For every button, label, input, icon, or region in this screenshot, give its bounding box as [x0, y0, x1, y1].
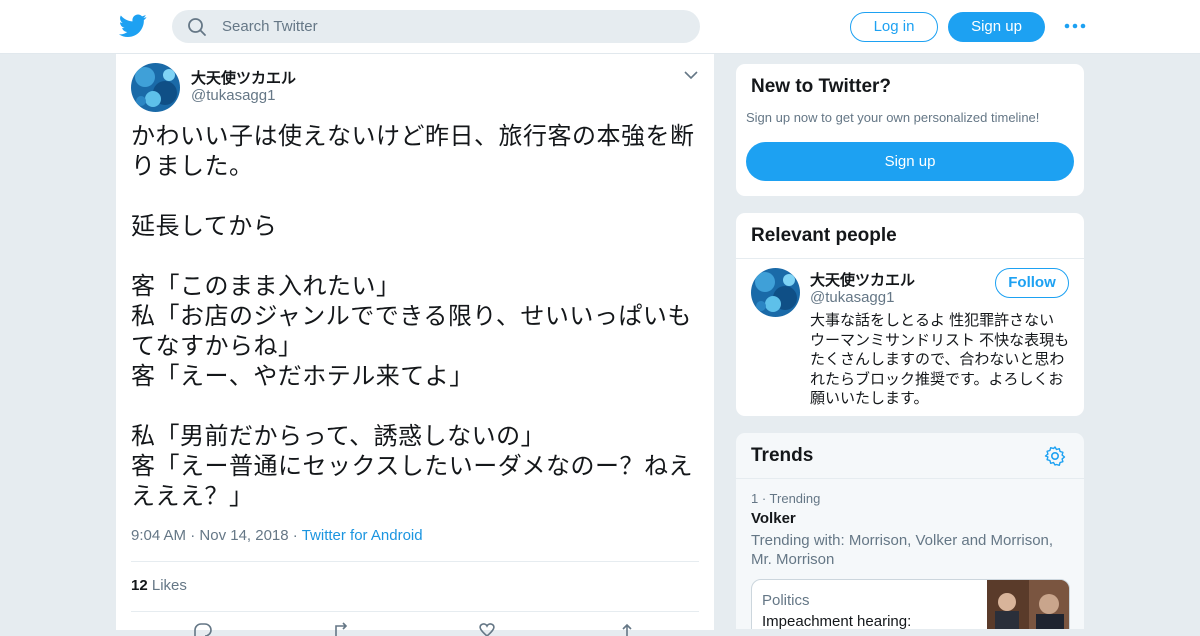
gear-icon[interactable] — [1044, 445, 1066, 467]
search-input[interactable] — [222, 10, 682, 43]
share-icon[interactable] — [616, 622, 638, 636]
chevron-down-icon[interactable] — [684, 70, 698, 80]
separator-dot: · — [190, 527, 200, 544]
new-to-twitter-card: New to Twitter? Sign up now to get your … — [735, 63, 1085, 197]
avatar-image — [131, 63, 180, 112]
heart-icon[interactable] — [476, 622, 498, 636]
avatar[interactable] — [131, 63, 180, 112]
person-name[interactable]: 大天使ツカエル — [810, 269, 915, 290]
avatar[interactable] — [751, 268, 800, 317]
tweet-source-link[interactable]: Twitter for Android — [302, 527, 423, 544]
more-options-icon[interactable] — [1064, 18, 1086, 34]
news-thumbnail — [987, 580, 1069, 629]
news-headline: Impeachment hearing: — [762, 613, 912, 630]
card-title: Relevant people — [751, 225, 897, 246]
tweet-date[interactable]: Nov 14, 2018 — [199, 527, 288, 544]
card-subtitle: Sign up now to get your own personalized… — [746, 110, 1040, 125]
person-handle[interactable]: @tukasagg1 — [810, 289, 894, 306]
login-button[interactable]: Log in — [850, 12, 938, 42]
divider — [131, 611, 699, 612]
likes-stat[interactable]: 12 Likes — [131, 577, 187, 594]
follow-button[interactable]: Follow — [995, 268, 1069, 298]
retweet-icon[interactable] — [331, 622, 353, 636]
search-box[interactable] — [172, 10, 700, 43]
card-title: Trends — [751, 445, 814, 466]
signup-button[interactable]: Sign up — [948, 12, 1045, 42]
divider — [736, 478, 1084, 479]
sidebar-signup-button[interactable]: Sign up — [746, 142, 1074, 181]
person-bio: 大事な話をしとるよ 性犯罪許さない ウーマンミサンドリスト 不快な表現もたくさん… — [810, 312, 1070, 407]
relevant-people-card: Relevant people 大天使ツカエル @tukasagg1 Follo… — [735, 212, 1085, 417]
avatar-image — [751, 268, 800, 317]
top-navigation-bar: Log in Sign up — [0, 0, 1200, 54]
tweet-column: 大天使ツカエル @tukasagg1 かわいい子は使えないけど昨日、旅行客の本強… — [115, 54, 715, 636]
trend-rank: 1 · Trending — [751, 491, 821, 506]
likes-label: Likes — [151, 577, 187, 594]
tweet-time[interactable]: 9:04 AM — [131, 527, 186, 544]
likes-count: 12 — [131, 577, 148, 594]
twitter-bird-icon[interactable] — [119, 13, 147, 39]
card-title: New to Twitter? — [751, 76, 892, 97]
trend-news-card[interactable]: Politics Impeachment hearing: — [751, 579, 1070, 630]
tweet-timestamp: 9:04 AM · Nov 14, 2018 · Twitter for And… — [131, 527, 423, 544]
author-name[interactable]: 大天使ツカエル — [191, 67, 296, 88]
reply-icon[interactable] — [191, 622, 213, 636]
trend-related: Trending with: Morrison, Volker and Morr… — [751, 532, 1054, 568]
divider — [736, 258, 1084, 259]
trends-card: Trends 1 · Trending Volker Trending with… — [735, 432, 1085, 630]
search-icon — [188, 18, 206, 36]
tweet-text: かわいい子は使えないけど昨日、旅行客の本強を断りました。 延長してから 客「この… — [131, 123, 695, 510]
trend-name[interactable]: Volker — [751, 510, 796, 527]
news-category: Politics — [762, 592, 810, 609]
divider — [131, 561, 699, 562]
separator-dot: · — [292, 527, 302, 544]
author-handle[interactable]: @tukasagg1 — [191, 87, 275, 104]
